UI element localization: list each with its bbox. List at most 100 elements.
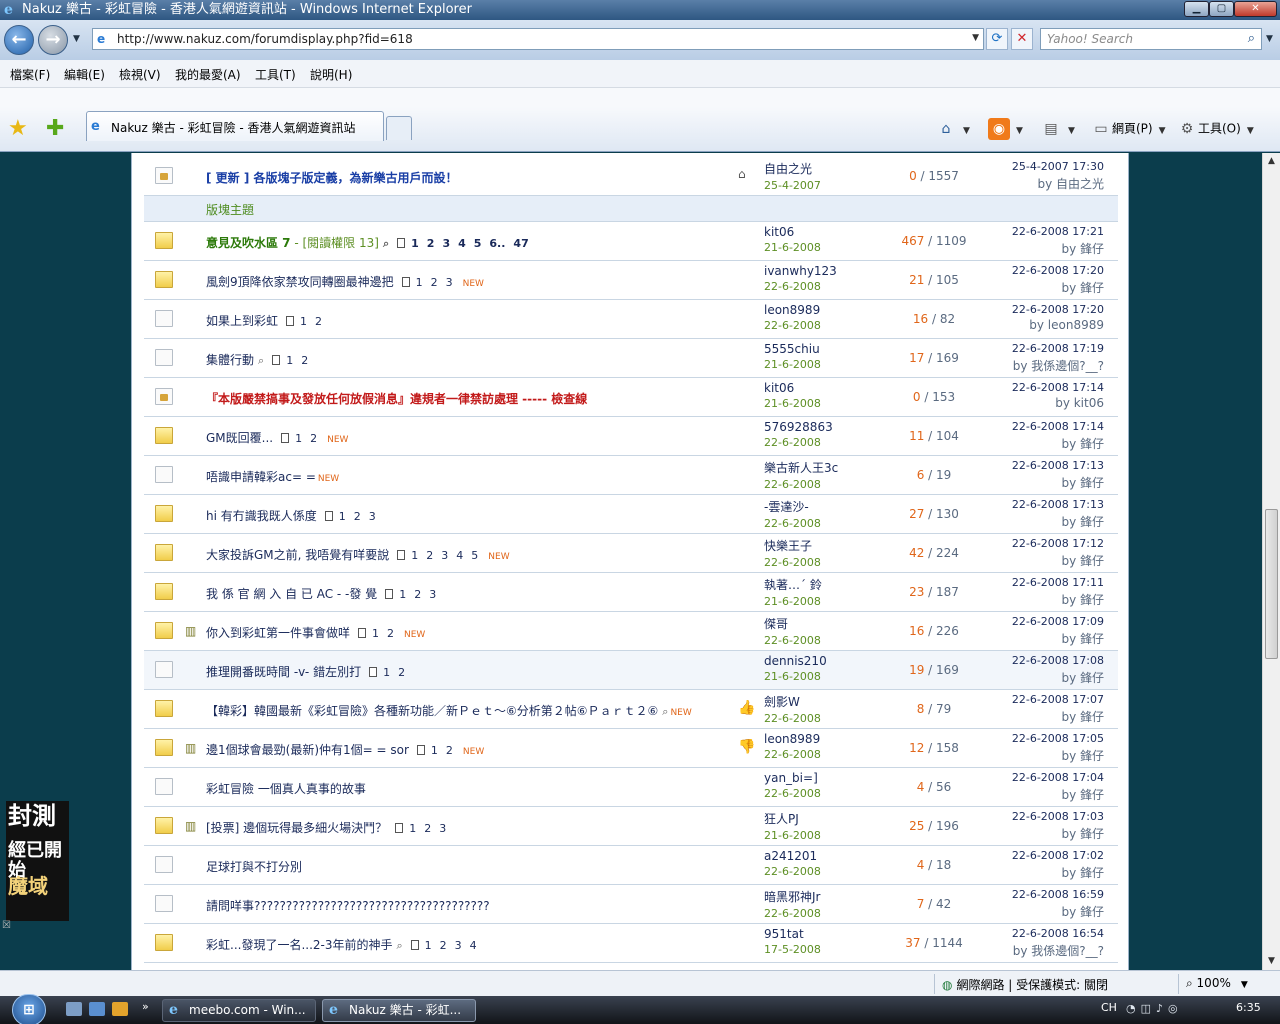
thread-subject-text[interactable]: 集體行動 xyxy=(206,353,254,367)
page-link[interactable]: 2 xyxy=(414,588,421,601)
last-post-time[interactable]: 22-6-2008 16:59 xyxy=(964,888,1104,901)
zoom-dropdown-icon[interactable]: ▼ xyxy=(1241,980,1248,990)
last-post-time[interactable]: 22-6-2008 17:14 xyxy=(964,381,1104,394)
page-link[interactable]: 2 xyxy=(431,276,438,289)
address-url[interactable]: http://www.nakuz.com/forumdisplay.php?fi… xyxy=(117,32,413,46)
last-post-time[interactable]: 22-6-2008 17:09 xyxy=(964,615,1104,628)
page-link[interactable]: 2 xyxy=(446,744,453,757)
last-post-by[interactable]: by kit06 xyxy=(964,396,1104,410)
tools-menu-button[interactable]: ⚙ 工具(O) ▼ xyxy=(1176,118,1254,140)
page-link[interactable]: 2 xyxy=(387,627,394,640)
last-post-time[interactable]: 22-6-2008 17:05 xyxy=(964,732,1104,745)
forward-button[interactable]: → xyxy=(38,25,68,55)
switch-windows-icon[interactable] xyxy=(89,1002,105,1016)
home-button[interactable]: ⌂ ▼ xyxy=(935,118,970,140)
thread-subject-text[interactable]: [投票] 邊個玩得最多細火場決鬥？ xyxy=(206,821,387,835)
minimize-button[interactable]: ▁ xyxy=(1184,1,1209,17)
thread-subject-text[interactable]: 推理開番既時間 -v- 錯左別打 xyxy=(206,665,361,679)
last-post-by[interactable]: by 鋒仔 xyxy=(964,825,1104,842)
ad-close-icon[interactable]: ☒ xyxy=(2,920,11,931)
announcement-last-time[interactable]: 25-4-2007 17:30 xyxy=(964,160,1104,173)
page-link[interactable]: 3 xyxy=(446,276,453,289)
close-button[interactable]: ✕ xyxy=(1234,1,1277,17)
last-post-time[interactable]: 22-6-2008 17:20 xyxy=(964,303,1104,316)
add-favorite-icon[interactable]: ✚ xyxy=(46,118,64,140)
search-provider-dropdown-icon[interactable]: ▼ xyxy=(1266,34,1273,44)
page-link[interactable]: 1 xyxy=(383,666,390,679)
page-link[interactable]: 3 xyxy=(442,237,450,250)
print-button[interactable]: ▤ ▼ xyxy=(1040,118,1075,140)
thread-subject-text[interactable]: 彩虹冒險 一個真人真事的故事 xyxy=(206,782,366,796)
last-post-time[interactable]: 22-6-2008 17:19 xyxy=(964,342,1104,355)
thread-subject-text[interactable]: 邊1個球會最勁(最新)仲有1個= = sor xyxy=(206,743,409,757)
thread-author[interactable]: ivanwhy123 xyxy=(764,264,864,278)
page-link[interactable]: 3 xyxy=(441,549,448,562)
last-post-by[interactable]: by 我係邊個?__? xyxy=(964,357,1104,374)
page-link[interactable]: 1 xyxy=(399,588,406,601)
new-tab-button[interactable] xyxy=(386,116,412,140)
last-post-time[interactable]: 22-6-2008 17:11 xyxy=(964,576,1104,589)
page-link[interactable]: 1 xyxy=(372,627,379,640)
last-post-by[interactable]: by 鋒仔 xyxy=(964,669,1104,686)
page-link[interactable]: 6.. xyxy=(489,237,505,250)
show-desktop-icon[interactable] xyxy=(66,1002,82,1016)
thread-subject-text[interactable]: 風劍9頂降依家禁攻同轉圈最神邊把 xyxy=(206,275,394,289)
thread-subject-text[interactable]: 我 係 官 網 入 自 已 AC - -發 覺 xyxy=(206,587,377,601)
page-menu-button[interactable]: ▭ 網頁(P) ▼ xyxy=(1090,118,1165,140)
home-dropdown-icon[interactable]: ▼ xyxy=(963,126,970,136)
thread-subject-text[interactable]: 大家投訴GM之前, 我唔覺有咩要說 xyxy=(206,548,389,562)
thread-author[interactable]: 樂古新人王3c xyxy=(764,459,864,476)
print-dropdown-icon[interactable]: ▼ xyxy=(1068,126,1075,136)
thread-author[interactable]: 執著…´ 鈴 xyxy=(764,576,864,593)
page-link[interactable]: 2 xyxy=(424,822,431,835)
thread-author[interactable]: -雲達沙- xyxy=(764,498,864,515)
thread-author[interactable]: 狂人PJ xyxy=(764,810,864,827)
last-post-by[interactable]: by 鋒仔 xyxy=(964,864,1104,881)
thread-author[interactable]: 快樂王子 xyxy=(764,537,864,554)
page-link[interactable]: 2 xyxy=(354,510,361,523)
thread-subject-text[interactable]: GM既回覆... xyxy=(206,431,273,445)
back-button[interactable]: ← xyxy=(4,25,34,55)
page-link[interactable]: 4 xyxy=(470,939,477,952)
tab-nakuz[interactable]: e Nakuz 樂古 - 彩虹冒險 - 香港人氣網遊資訊站 xyxy=(86,111,384,141)
maximize-button[interactable]: ▢ xyxy=(1209,1,1234,17)
page-link[interactable]: 2 xyxy=(398,666,405,679)
page-link[interactable]: 2 xyxy=(426,549,433,562)
page-link[interactable]: 2 xyxy=(315,315,322,328)
vertical-scrollbar[interactable]: ▲ ▼ xyxy=(1262,153,1280,970)
thread-subject-text[interactable]: 彩虹...發現了一名...2-3年前的神手 xyxy=(206,938,393,952)
thread-author[interactable]: kit06 xyxy=(764,381,864,395)
thread-author[interactable]: 劍影W xyxy=(764,693,864,710)
page-link[interactable]: 1 xyxy=(300,315,307,328)
page-link[interactable]: 1 xyxy=(425,939,432,952)
last-post-by[interactable]: by leon8989 xyxy=(964,318,1104,332)
search-icon[interactable]: ⌕ xyxy=(1248,31,1255,46)
thread-subject-text[interactable]: 唔識申請韓彩ac= = xyxy=(206,470,316,484)
last-post-time[interactable]: 22-6-2008 17:04 xyxy=(964,771,1104,784)
page-link[interactable]: 2 xyxy=(427,237,435,250)
menu-tools[interactable]: 工具(T) xyxy=(255,66,296,83)
page-link[interactable]: 3 xyxy=(439,822,446,835)
feeds-dropdown-icon[interactable]: ▼ xyxy=(1016,126,1023,136)
tools-dropdown-icon[interactable]: ▼ xyxy=(1247,126,1254,136)
page-link[interactable]: 3 xyxy=(429,588,436,601)
last-post-by[interactable]: by 我係邊個?__? xyxy=(964,942,1104,959)
scroll-thumb[interactable] xyxy=(1265,509,1278,659)
page-link[interactable]: 3 xyxy=(369,510,376,523)
taskbar-item-nakuz[interactable]: e Nakuz 樂古 - 彩虹... xyxy=(322,999,476,1022)
last-post-by[interactable]: by 鋒仔 xyxy=(964,591,1104,608)
last-post-time[interactable]: 22-6-2008 17:13 xyxy=(964,498,1104,511)
page-link[interactable]: 47 xyxy=(513,237,528,250)
thread-subject-text[interactable]: 【韓彩】韓國最新《彩虹冒險》各種新功能／新Ｐｅｔ～⑥分析第２帖⑥Ｐａｒｔ２⑥ xyxy=(206,704,658,718)
page-link[interactable]: 1 xyxy=(411,237,419,250)
thread-subject-text[interactable]: hi 有冇識我既人係度 xyxy=(206,509,317,523)
thread-author[interactable]: leon8989 xyxy=(764,303,864,317)
last-post-by[interactable]: by 鋒仔 xyxy=(964,747,1104,764)
last-post-by[interactable]: by 鋒仔 xyxy=(964,708,1104,725)
last-post-time[interactable]: 22-6-2008 17:20 xyxy=(964,264,1104,277)
thread-subject-text[interactable]: 如果上到彩虹 xyxy=(206,314,278,328)
page-link[interactable]: 2 xyxy=(301,354,308,367)
thread-author[interactable]: 5555chiu xyxy=(764,342,864,356)
last-post-by[interactable]: by 鋒仔 xyxy=(964,513,1104,530)
page-link[interactable]: 1 xyxy=(416,276,423,289)
